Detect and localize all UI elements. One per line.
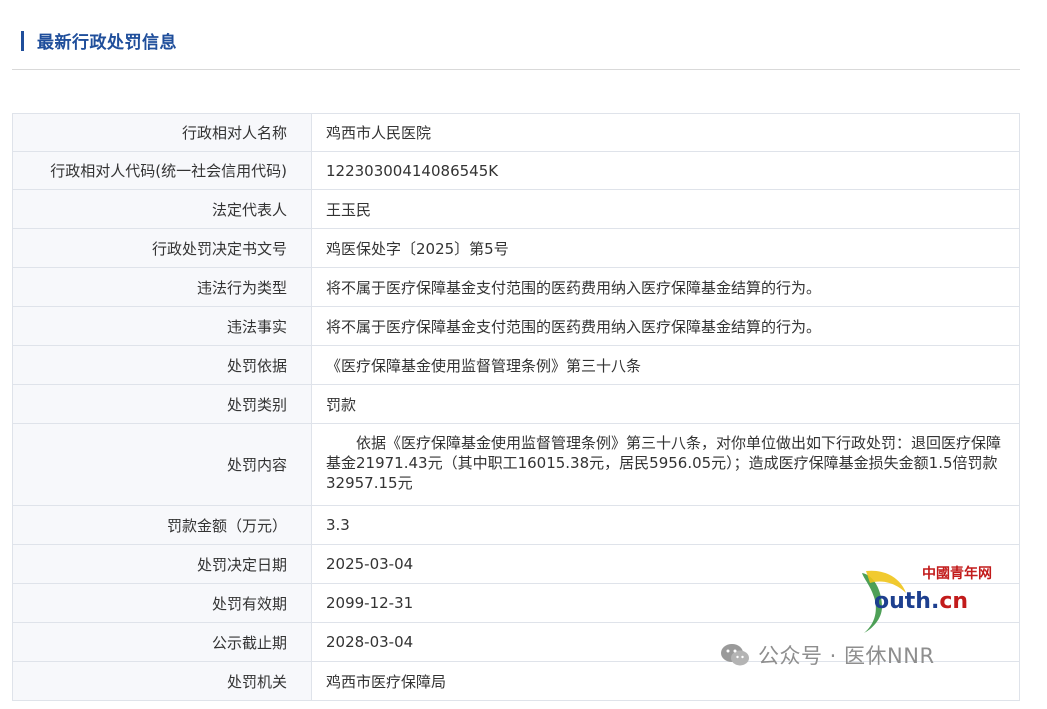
row-label: 违法事实 bbox=[13, 307, 312, 345]
row-label: 公示截止期 bbox=[13, 623, 312, 661]
watermark-site-sub: 中國青年网 bbox=[922, 566, 992, 582]
row-value: 王玉民 bbox=[312, 190, 1019, 228]
table-row: 行政处罚决定书文号 鸡医保处字〔2025〕第5号 bbox=[13, 229, 1019, 268]
youth-cn-watermark-logo: 中國青年网 outh.cn bbox=[860, 563, 1010, 643]
row-label: 处罚内容 bbox=[13, 424, 312, 505]
row-value: 依据《医疗保障基金使用监督管理条例》第三十八条，对你单位做出如下行政处罚：退回医… bbox=[312, 424, 1019, 505]
table-row: 违法行为类型 将不属于医疗保障基金支付范围的医药费用纳入医疗保障基金结算的行为。 bbox=[13, 268, 1019, 307]
table-row: 处罚内容 依据《医疗保障基金使用监督管理条例》第三十八条，对你单位做出如下行政处… bbox=[13, 424, 1019, 506]
row-label: 行政处罚决定书文号 bbox=[13, 229, 312, 267]
row-label: 处罚决定日期 bbox=[13, 545, 312, 583]
table-row: 违法事实 将不属于医疗保障基金支付范围的医药费用纳入医疗保障基金结算的行为。 bbox=[13, 307, 1019, 346]
heading-accent-bar bbox=[21, 31, 24, 51]
wechat-account-watermark: 公众号 · 医休NNR bbox=[720, 640, 935, 670]
table-row: 行政相对人名称 鸡西市人民医院 bbox=[13, 114, 1019, 152]
table-row: 处罚依据 《医疗保障基金使用监督管理条例》第三十八条 bbox=[13, 346, 1019, 385]
wechat-icon bbox=[721, 644, 749, 666]
table-row: 法定代表人 王玉民 bbox=[13, 190, 1019, 229]
section-title: 最新行政处罚信息 bbox=[37, 33, 177, 53]
table-row: 行政相对人代码(统一社会信用代码) 12230300414086545K bbox=[13, 152, 1019, 190]
section-header: 最新行政处罚信息 bbox=[12, 0, 1020, 70]
row-label: 处罚有效期 bbox=[13, 584, 312, 622]
row-value: 3.3 bbox=[312, 506, 1019, 544]
watermark-site-main-text: outh. bbox=[874, 589, 940, 614]
row-label: 处罚机关 bbox=[13, 662, 312, 700]
row-value: 12230300414086545K bbox=[312, 152, 1019, 189]
row-label: 违法行为类型 bbox=[13, 268, 312, 306]
table-row: 处罚类别 罚款 bbox=[13, 385, 1019, 424]
table-row: 罚款金额（万元） 3.3 bbox=[13, 506, 1019, 545]
row-label: 处罚类别 bbox=[13, 385, 312, 423]
row-label: 法定代表人 bbox=[13, 190, 312, 228]
row-label: 行政相对人代码(统一社会信用代码) bbox=[13, 152, 312, 189]
watermark-site-suffix: cn bbox=[939, 589, 969, 614]
watermark-site-main: outh.cn bbox=[874, 589, 968, 614]
row-label: 行政相对人名称 bbox=[13, 114, 312, 151]
row-value: 《医疗保障基金使用监督管理条例》第三十八条 bbox=[312, 346, 1019, 384]
row-value: 罚款 bbox=[312, 385, 1019, 423]
wechat-account-name: 公众号 · 医休NNR bbox=[758, 644, 935, 668]
row-value: 鸡西市人民医院 bbox=[312, 114, 1019, 151]
row-label: 罚款金额（万元） bbox=[13, 506, 312, 544]
row-value: 将不属于医疗保障基金支付范围的医药费用纳入医疗保障基金结算的行为。 bbox=[312, 268, 1019, 306]
row-label: 处罚依据 bbox=[13, 346, 312, 384]
row-value: 鸡医保处字〔2025〕第5号 bbox=[312, 229, 1019, 267]
row-value: 将不属于医疗保障基金支付范围的医药费用纳入医疗保障基金结算的行为。 bbox=[312, 307, 1019, 345]
